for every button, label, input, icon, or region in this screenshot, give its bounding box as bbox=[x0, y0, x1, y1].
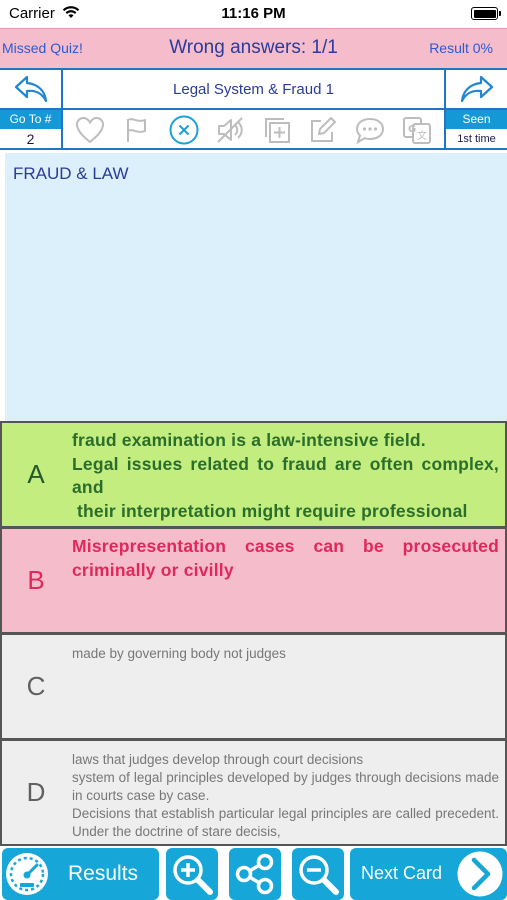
share-button[interactable] bbox=[229, 848, 281, 900]
answer-letter: B bbox=[27, 565, 45, 595]
back-arrow-icon bbox=[14, 75, 47, 103]
add-copy-icon[interactable] bbox=[260, 113, 294, 147]
card-toolbar: Go To # 2 G文 Seen 1st time bbox=[0, 110, 507, 150]
zoom-in-button[interactable] bbox=[166, 848, 218, 900]
answer-line: their interpretation might require profe… bbox=[77, 500, 468, 521]
answer-line: laws that judges develop through court d… bbox=[72, 752, 364, 767]
share-icon bbox=[235, 853, 274, 895]
chevron-right-icon bbox=[457, 851, 503, 897]
answer-option-b[interactable]: B Misrepresentation cases can be prosecu… bbox=[0, 527, 507, 634]
battery-icon bbox=[471, 7, 501, 20]
answer-text: laws that judges develop through court d… bbox=[72, 751, 499, 841]
previous-card-button[interactable] bbox=[0, 70, 63, 108]
answer-line: Misrepresentation cases can be prosecute… bbox=[72, 536, 499, 580]
answer-option-d[interactable]: D laws that judges develop through court… bbox=[0, 739, 507, 846]
answer-text: fraud examination is a law-intensive fie… bbox=[72, 429, 499, 523]
chat-icon[interactable] bbox=[353, 113, 387, 147]
question-text: FRAUD & LAW bbox=[13, 164, 129, 183]
next-card-label: Next Card bbox=[361, 863, 443, 883]
close-circle-icon[interactable] bbox=[167, 113, 201, 147]
answer-option-c[interactable]: C made by governing body not judges bbox=[0, 633, 507, 740]
answer-line: system of legal principles developed by … bbox=[72, 770, 499, 803]
svg-text:G: G bbox=[408, 124, 416, 135]
status-bar: Carrier 11:16 PM bbox=[0, 0, 507, 28]
results-label: Results bbox=[68, 862, 139, 885]
card-nav-row: Legal System & Fraud 1 bbox=[0, 68, 507, 110]
results-button[interactable]: Results bbox=[2, 848, 159, 900]
answer-line: Legal issues related to fraud are often … bbox=[72, 453, 499, 498]
question-area: FRAUD & LAW bbox=[5, 153, 507, 421]
go-to-card[interactable]: Go To # 2 bbox=[0, 110, 63, 150]
zoom-in-icon bbox=[173, 855, 213, 895]
heart-icon[interactable] bbox=[73, 113, 107, 147]
answer-line: Decisions that establish particular lega… bbox=[72, 806, 499, 839]
go-to-label: Go To # bbox=[0, 110, 61, 129]
next-card-button[interactable]: Next Card bbox=[350, 848, 507, 900]
tool-icons: G文 bbox=[63, 110, 444, 150]
quiz-header: Missed Quiz! Wrong answers: 1/1 Result 0… bbox=[0, 28, 507, 68]
answer-option-a[interactable]: A fraud examination is a law-intensive f… bbox=[0, 421, 507, 528]
next-card-arrow-button[interactable] bbox=[444, 70, 507, 108]
mute-speaker-icon[interactable] bbox=[213, 113, 247, 147]
answer-line: fraud examination is a law-intensive fie… bbox=[72, 430, 426, 450]
seen-label: Seen bbox=[446, 110, 507, 129]
quiz-title: Legal System & Fraud 1 bbox=[173, 81, 334, 98]
answer-text: Misrepresentation cases can be prosecute… bbox=[72, 535, 499, 582]
zoom-out-button[interactable] bbox=[292, 848, 344, 900]
edit-icon[interactable] bbox=[306, 113, 340, 147]
result-percent: Result 0% bbox=[429, 40, 493, 56]
flag-icon[interactable] bbox=[120, 113, 154, 147]
answer-letter: A bbox=[27, 459, 45, 489]
clock: 11:16 PM bbox=[221, 5, 286, 22]
translate-icon[interactable]: G文 bbox=[400, 113, 434, 147]
answer-text: made by governing body not judges bbox=[72, 645, 499, 663]
seen-counter: Seen 1st time bbox=[444, 110, 507, 150]
go-to-value[interactable]: 2 bbox=[0, 129, 61, 150]
forward-arrow-icon bbox=[460, 75, 493, 103]
seen-value: 1st time bbox=[457, 133, 496, 145]
svg-text:文: 文 bbox=[417, 129, 427, 142]
speedometer-icon bbox=[2, 849, 52, 899]
answer-line: made by governing body not judges bbox=[72, 646, 286, 661]
zoom-out-icon bbox=[299, 855, 339, 895]
answer-letter: C bbox=[26, 671, 46, 701]
answer-letter: D bbox=[26, 777, 46, 807]
bottom-bar: Results Next Card bbox=[0, 846, 507, 900]
